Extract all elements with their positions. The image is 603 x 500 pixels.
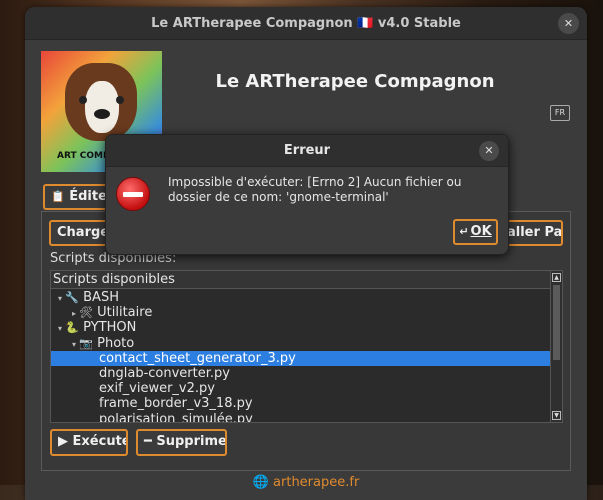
play-icon: ▶ <box>58 434 68 449</box>
app-title: Le ARTherapee Compagnon <box>215 71 495 92</box>
logo-dog-eye-left <box>79 96 87 104</box>
execute-button[interactable]: ▶ Exécuter <box>50 429 128 456</box>
enter-icon: ↵ <box>459 225 469 238</box>
minus-icon: ━ <box>144 434 152 449</box>
tree-folder-row[interactable]: ▾ 📷 Photo <box>51 336 551 351</box>
tree-row-label: PYTHON <box>83 320 137 336</box>
folder-category-icon: 📷 <box>79 336 93 350</box>
delete-label: Supprimer <box>156 434 227 449</box>
scroll-thumb[interactable] <box>553 285 560 360</box>
tree-folder-row[interactable]: ▸ 🛠 Utilitaire <box>51 305 551 320</box>
dialog-close-button[interactable]: ✕ <box>479 141 499 161</box>
tree-scrollbar[interactable]: ▲ ▼ <box>550 271 562 422</box>
tree-row-label: Photo <box>97 335 135 351</box>
clipboard-icon: 📋 <box>51 190 65 203</box>
expand-down-icon[interactable]: ▾ <box>69 337 79 352</box>
tab-edit-label: Édite <box>69 189 107 204</box>
language-flag-icon[interactable]: FR <box>550 105 570 121</box>
footer-link-text[interactable]: artherapee.fr <box>273 475 359 490</box>
dialog-title: Erreur <box>283 143 331 158</box>
dialog-titlebar[interactable]: Erreur ✕ <box>106 135 508 167</box>
tree-script-row[interactable]: dnglab-converter.py <box>51 366 551 381</box>
folder-category-icon: 🐍 <box>65 321 79 335</box>
globe-icon: 🌐 <box>252 475 269 490</box>
ok-label: OK <box>470 224 492 239</box>
tab-edit[interactable]: 📋 Édite <box>43 184 113 210</box>
tree-row-label: contact_sheet_generator_3.py <box>99 350 296 366</box>
error-icon <box>116 177 150 211</box>
tree-row-label: frame_border_v3_18.py <box>99 396 253 412</box>
logo-dog-face <box>85 81 119 133</box>
tree-row-label: BASH <box>83 290 119 305</box>
window-title: Le ARTherapee Compagnon 🇫🇷 v4.0 Stable <box>151 16 461 31</box>
logo-dog-nose <box>94 109 110 119</box>
folder-category-icon: 🛠 <box>79 306 93 320</box>
scroll-up-arrow-icon[interactable]: ▲ <box>552 273 561 282</box>
tree-folder-row[interactable]: ▾ 🔧 BASH <box>51 290 551 305</box>
charger-button[interactable]: Charger <box>49 220 109 246</box>
expand-down-icon[interactable]: ▾ <box>55 321 65 336</box>
execute-label: Exécuter <box>72 434 126 449</box>
logo-dog-eye-right <box>116 96 124 104</box>
tree-row-label: Utilitaire <box>97 305 153 321</box>
scroll-down-arrow-icon[interactable]: ▼ <box>552 411 561 420</box>
tree-row-label: polarisation_simulée.py <box>99 411 253 423</box>
tree-row-label: dnglab-converter.py <box>99 366 230 381</box>
window-close-button[interactable]: ✕ <box>558 13 579 34</box>
tree-script-row[interactable]: contact_sheet_generator_3.py <box>51 350 551 366</box>
error-dialog: Erreur ✕ Impossible d'exécuter: [Errno 2… <box>105 134 509 255</box>
tree-folder-row[interactable]: ▾ 🐍 PYTHON <box>51 320 551 335</box>
folder-category-icon: 🔧 <box>65 291 79 304</box>
tree-row-label: exif_viewer_v2.py <box>99 381 215 397</box>
tree-script-row[interactable]: polarisation_simulée.py <box>51 411 551 423</box>
tree-script-row[interactable]: frame_border_v3_18.py <box>51 396 551 411</box>
tree-script-row[interactable]: exif_viewer_v2.py <box>51 381 551 396</box>
error-icon-bar <box>123 192 143 197</box>
scripts-tree[interactable]: Scripts disponibles ▾ 🔧 BASH ▸ 🛠 Utilitaire… <box>50 270 563 423</box>
expand-down-icon[interactable]: ▾ <box>55 291 65 306</box>
tree-column-header[interactable]: Scripts disponibles <box>51 271 551 289</box>
expand-right-icon[interactable]: ▸ <box>69 306 79 321</box>
install-pack-button[interactable]: aller Pack <box>501 220 563 246</box>
delete-button[interactable]: ━ Supprimer <box>136 429 227 456</box>
window-titlebar[interactable]: Le ARTherapee Compagnon 🇫🇷 v4.0 Stable ✕ <box>25 7 587 40</box>
footer-link[interactable]: 🌐 artherapee.fr <box>25 475 587 490</box>
ok-button[interactable]: ↵ OK <box>453 219 498 245</box>
dialog-message: Impossible d'exécuter: [Errno 2] Aucun f… <box>168 175 462 204</box>
